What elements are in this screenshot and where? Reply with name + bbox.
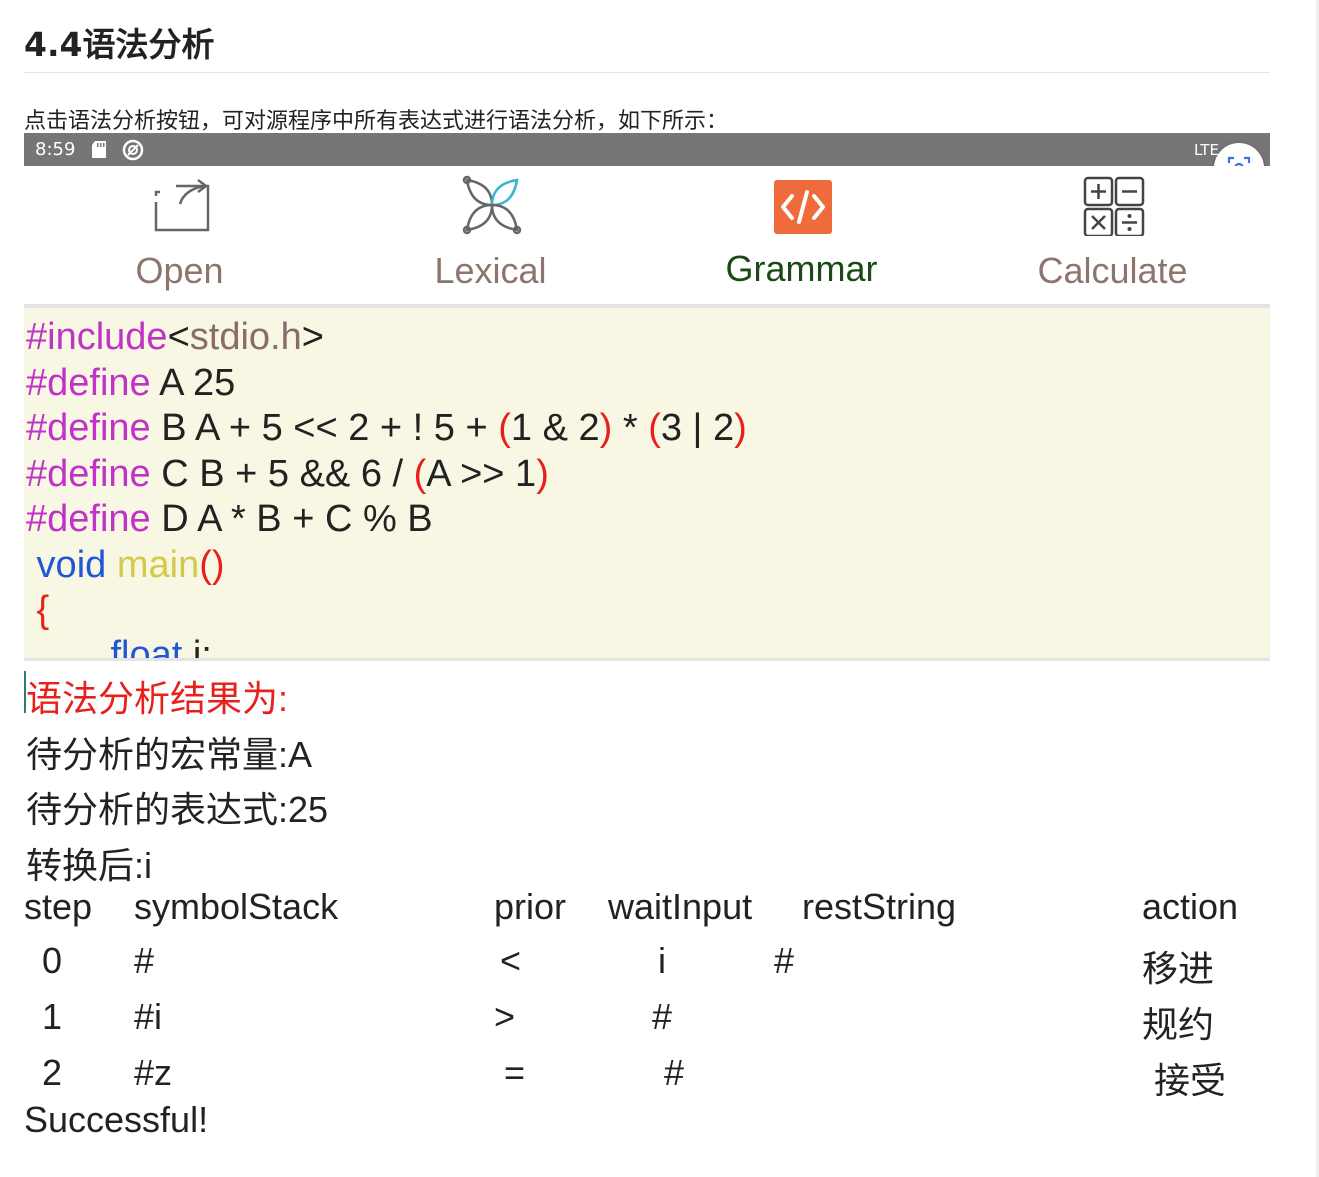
row-step: 0 [42,940,63,981]
lexical-icon [462,175,522,235]
code-line: #include<stdio.h> [26,316,324,359]
code-token: ) [599,407,613,449]
lexical-button[interactable]: Lexical [335,166,646,304]
grammar-button[interactable]: Grammar [646,166,957,304]
row-prior: < [500,940,522,981]
code-token: ( [413,453,427,495]
expression-line: 待分析的表达式:25 [26,789,329,830]
code-token: { [26,589,50,631]
row-prior: = [504,1052,526,1093]
code-line: { [26,589,50,632]
code-icon [774,180,832,234]
code-token: A >> 1 [426,453,537,495]
open-label: Open [135,250,224,291]
header-action: action [1142,886,1239,927]
code-token: #define [26,407,151,449]
code-token: ( [498,407,511,449]
row-action: 移进 [1142,948,1215,989]
title-divider [24,72,1270,73]
row-wait-input: i [658,940,666,981]
row-symbol-stack: # [134,940,155,981]
result-title: 语法分析结果为: [26,678,289,719]
code-token: stdio.h [189,316,302,358]
code-line: #define C B + 5 && 6 / (A >> 1) [26,453,549,496]
row-wait-input: # [652,996,673,1037]
section-title: 4.4语法分析 [24,25,215,64]
code-token: ( [648,407,661,449]
open-icon [154,179,210,232]
status-bar: 8:59 LTE [24,133,1270,166]
converted-line: 转换后:i [26,845,153,886]
code-token: void [26,544,107,586]
header-wait-input: waitInput [608,886,753,927]
row-symbol-stack: #i [134,996,163,1037]
code-token: #define [26,498,151,540]
code-line: #define D A * B + C % B [26,498,433,541]
code-line: #define A 25 [26,362,235,405]
code-token: D A * B + C % B [150,498,433,540]
open-button[interactable]: Open [24,166,335,304]
row-rest-string: # [774,940,795,981]
header-step: step [24,886,93,927]
row-step: 2 [42,1052,63,1093]
header-symbol-stack: symbolStack [134,886,339,927]
success-message: Successful! [24,1099,209,1140]
code-token: ) [536,453,549,495]
row-step: 1 [42,996,63,1037]
sd-card-icon [92,141,106,158]
code-token: #define [26,362,151,404]
macro-line: 待分析的宏常量:A [26,734,313,775]
calculate-label: Calculate [1037,250,1188,291]
code-token: B A + 5 << 2 + ! 5 + [150,407,499,449]
code-token: * [612,407,649,449]
editor-divider [24,658,1270,661]
sync-icon [122,139,144,161]
code-token: main [106,544,200,586]
row-action: 接受 [1154,1060,1227,1101]
row-action: 规约 [1142,1004,1215,1045]
code-line: #define B A + 5 << 2 + ! 5 + (1 & 2) * (… [26,407,747,450]
code-token: 1 & 2 [510,407,600,449]
grammar-label: Grammar [725,248,878,289]
lexical-label: Lexical [434,250,547,291]
code-editor[interactable]: #include<stdio.h> #define A 25 #define B… [24,308,1270,658]
status-time: 8:59 [35,139,76,160]
code-token: < [167,316,190,358]
calculate-button[interactable]: Calculate [957,166,1268,304]
code-token: > [301,316,324,358]
code-token: i; [182,634,212,658]
row-prior: > [494,996,516,1037]
code-token: () [199,544,225,586]
code-token: #include [26,316,168,358]
header-prior: prior [494,886,567,927]
code-token: ) [734,407,747,449]
toolbar: Open Lexical Grammar Calculate [24,166,1270,304]
section-paragraph: 点击语法分析按钮，可对源程序中所有表达式进行语法分析，如下所示： [24,109,729,134]
calculator-icon [1083,176,1145,236]
row-wait-input: # [664,1052,685,1093]
code-token: 3 | 2 [660,407,735,449]
header-rest-string: restString [802,886,957,927]
code-token: C B + 5 && 6 / [150,453,414,495]
code-token: #define [26,453,151,495]
code-line: void main() [26,544,225,587]
code-line: float i; [26,634,212,658]
row-symbol-stack: #z [134,1052,173,1093]
code-token: A 25 [150,362,236,404]
code-token: float [26,634,183,658]
phone-screenshot: 8:59 LTE Open Lexical Grammar Calculate … [24,133,1270,1177]
